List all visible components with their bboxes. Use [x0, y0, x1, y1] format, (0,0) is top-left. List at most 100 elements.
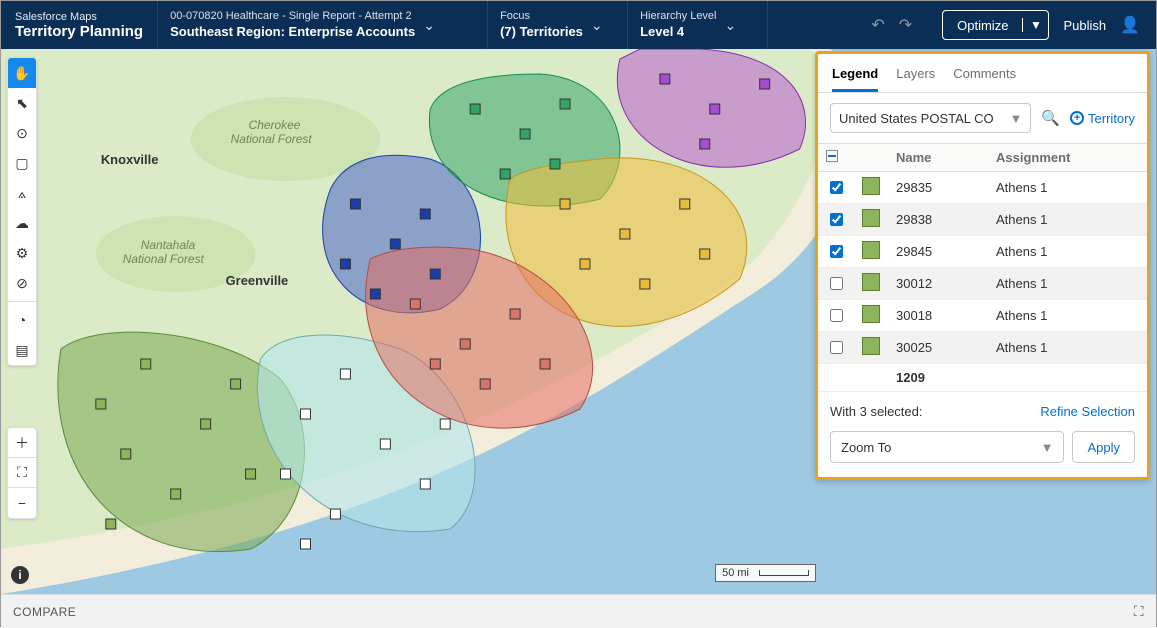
- optimize-button[interactable]: Optimize ▼: [942, 10, 1049, 40]
- prohibit-icon: ⊘: [16, 275, 28, 292]
- color-swatch: [862, 337, 880, 355]
- table-row[interactable]: 30012Athens 1: [818, 268, 1147, 300]
- hierarchy-label: Hierarchy Level: [640, 10, 716, 24]
- col-name[interactable]: Name: [888, 144, 988, 172]
- chevron-down-icon: ▼: [1009, 111, 1022, 126]
- pan-tool[interactable]: ✋: [8, 58, 36, 88]
- settings-tool[interactable]: ⚙: [8, 238, 36, 268]
- brand-block: Salesforce Maps Territory Planning: [1, 1, 158, 49]
- clear-tool[interactable]: ⊘: [8, 268, 36, 298]
- chevron-down-icon: ⌄: [423, 17, 435, 34]
- map-workspace: Cherokee National Forest Nantahala Natio…: [1, 49, 1156, 594]
- bulk-action-select[interactable]: Zoom To ▼: [830, 431, 1064, 463]
- row-name: 30025: [888, 332, 988, 364]
- row-assignment: Athens 1: [988, 268, 1147, 300]
- minus-icon: −: [18, 495, 26, 511]
- scale-label: 50 mi: [722, 567, 749, 579]
- plus-icon: ＋: [15, 433, 29, 453]
- expand-icon[interactable]: ⛶: [1134, 603, 1144, 620]
- table-row[interactable]: 30018Athens 1: [818, 300, 1147, 332]
- polygon-tool[interactable]: ⟑: [8, 178, 36, 208]
- hierarchy-picker[interactable]: Hierarchy Level Level 4 ⌄: [628, 1, 768, 49]
- zoom-controls: ＋ ⛶ −: [7, 427, 37, 519]
- plus-circle-icon: +: [1070, 111, 1084, 125]
- brand-app: Territory Planning: [15, 23, 143, 40]
- focus-label: Focus: [500, 10, 583, 24]
- bulk-action-value: Zoom To: [841, 440, 891, 455]
- city-greenville: Greenville: [226, 273, 289, 288]
- row-name: 30012: [888, 268, 988, 300]
- fit-button[interactable]: ⛶: [8, 458, 36, 488]
- user-icon[interactable]: 👤: [1120, 15, 1140, 35]
- apply-button[interactable]: Apply: [1072, 431, 1135, 463]
- undo-icon[interactable]: ↶: [871, 15, 884, 35]
- tab-layers[interactable]: Layers: [896, 62, 935, 92]
- zoom-out-button[interactable]: −: [8, 488, 36, 518]
- alignment-picker[interactable]: 00-070820 Healthcare - Single Report - A…: [158, 1, 488, 49]
- city-knoxville: Knoxville: [101, 152, 159, 167]
- hierarchy-value: Level 4: [640, 24, 716, 40]
- publish-button[interactable]: Publish: [1063, 18, 1106, 33]
- rectangle-tool[interactable]: ▢: [8, 148, 36, 178]
- optimize-dropdown[interactable]: ▼: [1022, 18, 1048, 32]
- row-checkbox[interactable]: [830, 277, 843, 290]
- eraser-icon: ◔: [18, 312, 26, 328]
- brand-suite: Salesforce Maps: [15, 11, 143, 23]
- row-checkbox[interactable]: [830, 341, 843, 354]
- hand-icon: ✋: [13, 65, 30, 82]
- svg-text:Nantahala: Nantahala: [141, 238, 196, 252]
- legend-tabs: Legend Layers Comments: [818, 54, 1147, 93]
- row-checkbox[interactable]: [830, 181, 843, 194]
- unit-set-select[interactable]: United States POSTAL CO ▼: [830, 103, 1031, 133]
- footer-bar: COMPARE ⛶: [1, 594, 1156, 628]
- table-row[interactable]: 30025Athens 1: [818, 332, 1147, 364]
- row-name: 29845: [888, 236, 988, 268]
- row-assignment: Athens 1: [988, 300, 1147, 332]
- color-swatch: [862, 273, 880, 291]
- color-swatch: [862, 305, 880, 323]
- alignment-path: 00-070820 Healthcare - Single Report - A…: [170, 10, 415, 24]
- table-row[interactable]: 29845Athens 1: [818, 236, 1147, 268]
- lasso-tool[interactable]: ☁: [8, 208, 36, 238]
- zoom-in-button[interactable]: ＋: [8, 428, 36, 458]
- chevron-down-icon: ⌄: [725, 17, 737, 34]
- refine-selection-link[interactable]: Refine Selection: [1040, 404, 1135, 419]
- lasso-icon: ☁: [15, 215, 29, 232]
- row-checkbox[interactable]: [830, 213, 843, 226]
- color-swatch: [862, 241, 880, 259]
- scale-bar-icon: [759, 570, 809, 576]
- point-tool[interactable]: ⊙: [8, 118, 36, 148]
- col-assignment[interactable]: Assignment: [988, 144, 1147, 172]
- select-all-checkbox[interactable]: [826, 150, 838, 162]
- measure-tool[interactable]: ▤: [8, 335, 36, 365]
- pointer-icon: ⬉: [16, 95, 28, 112]
- map-toolbar: ✋ ⬉ ⊙ ▢ ⟑ ☁ ⚙ ⊘ ◔ ▤: [7, 57, 37, 366]
- eraser-tool[interactable]: ◔: [8, 305, 36, 335]
- row-checkbox[interactable]: [830, 309, 843, 322]
- focus-picker[interactable]: Focus (7) Territories ⌄: [488, 1, 628, 49]
- select-tool[interactable]: ⬉: [8, 88, 36, 118]
- alignment-name: Southeast Region: Enterprise Accounts: [170, 24, 415, 40]
- chevron-down-icon: ⌄: [591, 17, 603, 34]
- add-territory-label: Territory: [1088, 111, 1135, 126]
- row-name: 30018: [888, 300, 988, 332]
- legend-panel: Legend Layers Comments United States POS…: [815, 51, 1150, 480]
- square-icon: ▢: [15, 155, 28, 172]
- search-button[interactable]: 🔍: [1041, 109, 1060, 127]
- redo-icon[interactable]: ↷: [899, 15, 912, 35]
- table-row[interactable]: 29835Athens 1: [818, 172, 1147, 204]
- info-button[interactable]: i: [11, 566, 29, 584]
- table-row[interactable]: 29838Athens 1: [818, 204, 1147, 236]
- row-checkbox[interactable]: [830, 245, 843, 258]
- row-count: 1209: [888, 364, 988, 392]
- color-swatch: [862, 209, 880, 227]
- app-header: Salesforce Maps Territory Planning 00-07…: [1, 1, 1156, 49]
- unit-table: Name Assignment 29835Athens 129838Athens…: [818, 143, 1147, 392]
- add-territory-link[interactable]: + Territory: [1070, 111, 1135, 126]
- optimize-label: Optimize: [943, 18, 1022, 33]
- svg-text:National Forest: National Forest: [123, 252, 205, 266]
- tab-legend[interactable]: Legend: [832, 62, 878, 92]
- row-name: 29835: [888, 172, 988, 204]
- tab-comments[interactable]: Comments: [953, 62, 1016, 92]
- compare-toggle[interactable]: COMPARE: [13, 605, 76, 619]
